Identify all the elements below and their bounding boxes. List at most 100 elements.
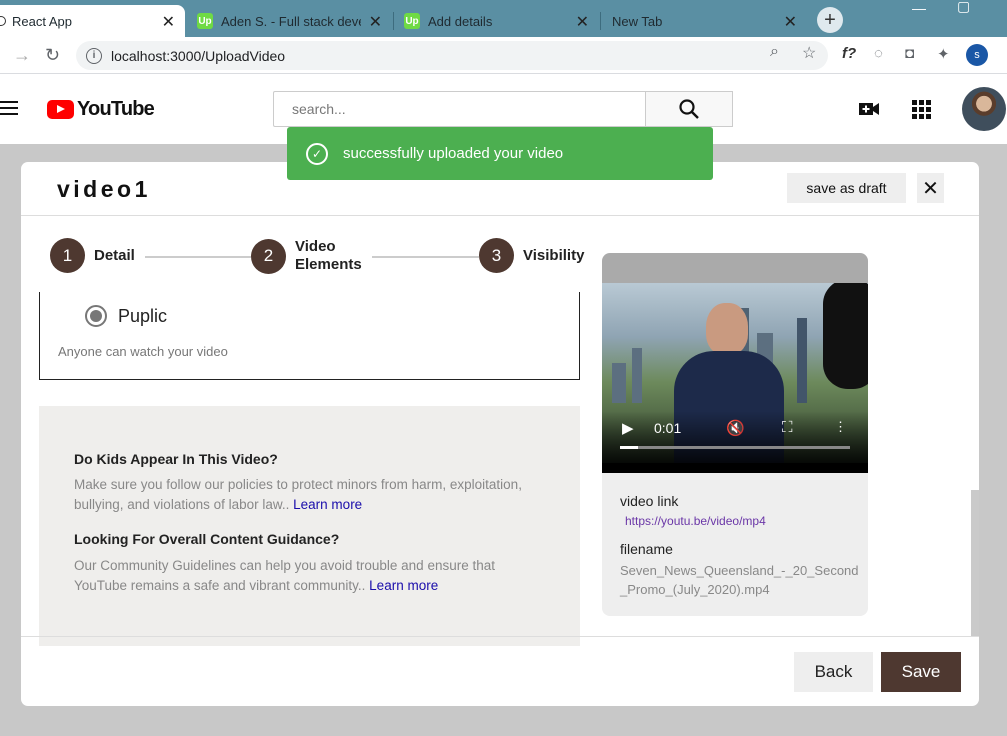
guidance-panel: Do Kids Appear In This Video? Make sure … <box>39 406 580 646</box>
maximize-icon[interactable]: ▢ <box>957 0 970 15</box>
foreground-camera <box>823 283 868 389</box>
browser-tab-new-tab[interactable]: New Tab ✕ <box>601 5 807 37</box>
step-number: 2 <box>251 238 286 274</box>
upwork-icon: Up <box>404 13 420 29</box>
video-time: 0:01 <box>654 420 682 436</box>
close-modal-button[interactable]: ✕ <box>917 173 944 203</box>
apps-grid-icon[interactable] <box>912 100 931 119</box>
search-button[interactable] <box>645 91 733 127</box>
skyline-building <box>632 348 642 403</box>
public-option-label: Puplic <box>118 306 168 326</box>
search-icon <box>679 99 699 119</box>
video-bottom-bar <box>602 463 868 473</box>
video-link[interactable]: https://youtu.be/video/mp4 <box>625 514 766 528</box>
play-icon[interactable]: ▶ <box>622 419 634 437</box>
browser-toolbar: → ↻ i localhost:3000/UploadVideo ⌕ ☆ f? … <box>0 37 1007 74</box>
youtube-logo-text: YouTube <box>77 98 155 120</box>
close-tab-icon[interactable]: ✕ <box>576 12 589 32</box>
step-connector <box>372 256 479 258</box>
video-player[interactable]: ▶ 0:01 🔇 ⛶ ⋮ <box>602 283 868 463</box>
video-link-label: video link <box>620 493 679 509</box>
url-text: localhost:3000/UploadVideo <box>111 47 286 64</box>
step-connector <box>145 256 251 258</box>
back-button[interactable]: Back <box>794 652 873 692</box>
skyline-building <box>612 363 626 403</box>
youtube-logo[interactable]: YouTube <box>47 98 155 121</box>
step-label: Visibility <box>523 246 585 264</box>
success-toast: ✓ successfully uploaded your video <box>287 127 713 180</box>
save-as-draft-button[interactable]: save as draft <box>787 173 906 203</box>
footer-divider <box>21 636 979 637</box>
zoom-icon[interactable]: ⌕ <box>770 43 779 61</box>
public-radio-button[interactable] <box>85 305 107 327</box>
site-info-icon[interactable]: i <box>86 47 102 64</box>
filename-label: filename <box>620 541 673 557</box>
video-preview-card: ▶ 0:01 🔇 ⛶ ⋮ video link https://youtu.be… <box>602 253 868 616</box>
close-tab-icon[interactable]: ✕ <box>162 12 175 32</box>
guidance-heading: Looking For Overall Content Guidance? <box>74 531 340 547</box>
step-number: 1 <box>50 238 85 273</box>
puzzle-extensions-icon[interactable]: ✦ <box>937 45 950 63</box>
more-options-icon[interactable]: ⋮ <box>834 419 847 435</box>
reload-icon[interactable]: ↻ <box>45 45 60 66</box>
user-avatar[interactable] <box>962 87 1006 131</box>
tab-title: Add details <box>428 13 493 29</box>
browser-tab-upwork-profile[interactable]: Up Aden S. - Full stack develop ✕ <box>187 5 392 37</box>
browser-tab-strip: React App ✕ Up Aden S. - Full stack deve… <box>0 0 1007 37</box>
browser-tab-react-app[interactable]: React App ✕ <box>0 5 185 37</box>
video-controls: ▶ 0:01 🔇 ⛶ ⋮ <box>602 411 868 463</box>
step-number: 3 <box>479 238 514 273</box>
mute-icon[interactable]: 🔇 <box>726 419 745 437</box>
filename-value: Seven_News_Queensland_-_20_Second_Promo_… <box>620 563 859 597</box>
tab-title: Aden S. - Full stack develop <box>221 13 361 29</box>
youtube-play-icon <box>47 100 74 119</box>
header-divider <box>21 215 979 216</box>
step-video-elements[interactable]: 2 Video Elements <box>251 238 362 274</box>
modal-title: video1 <box>57 176 151 202</box>
save-button[interactable]: Save <box>881 652 961 692</box>
upload-video-modal: video1 save as draft ✕ 1 Detail 2 Video … <box>21 162 979 706</box>
step-label-line: Elements <box>295 256 362 273</box>
modal-scrollbar[interactable] <box>971 490 979 636</box>
close-tab-icon[interactable]: ✕ <box>784 12 797 32</box>
step-label-line: Video <box>295 238 336 255</box>
bookmark-star-icon[interactable]: ☆ <box>802 43 816 63</box>
step-label: Video Elements <box>295 238 362 274</box>
extension-icon[interactable]: ◌ <box>874 45 883 62</box>
close-icon: ✕ <box>922 177 939 200</box>
upwork-icon: Up <box>197 13 213 29</box>
tab-title: React App <box>12 13 72 29</box>
step-detail[interactable]: 1 Detail <box>50 238 135 273</box>
video-camera-icon[interactable] <box>858 98 880 120</box>
card-header-strip <box>602 253 868 283</box>
guidance-paragraph: Our Community Guidelines can help you av… <box>74 556 534 596</box>
seek-bar-progress <box>620 446 639 449</box>
react-icon <box>0 16 6 26</box>
browser-profile-avatar[interactable]: s <box>966 44 988 66</box>
visibility-option-box: Puplic Anyone can watch your video <box>39 292 580 380</box>
check-circle-icon: ✓ <box>306 142 328 165</box>
toast-message: successfully uploaded your video <box>343 145 564 162</box>
hamburger-menu-icon[interactable] <box>0 101 18 119</box>
kids-heading: Do Kids Appear In This Video? <box>74 451 278 467</box>
kids-paragraph: Make sure you follow our policies to pro… <box>74 475 534 515</box>
address-bar[interactable]: i localhost:3000/UploadVideo <box>76 41 828 70</box>
new-tab-button[interactable]: + <box>817 7 843 33</box>
kids-learn-more-link[interactable]: Learn more <box>293 497 362 512</box>
step-visibility[interactable]: 3 Visibility <box>479 238 584 273</box>
presenter-head <box>706 303 748 355</box>
step-label: Detail <box>94 246 135 264</box>
search-input[interactable]: search... <box>273 91 646 127</box>
browser-tab-add-details[interactable]: Up Add details ✕ <box>394 5 599 37</box>
camera-extension-icon[interactable]: ◘ <box>905 45 914 62</box>
skyline-building <box>797 318 807 403</box>
forward-icon[interactable]: → <box>13 45 31 66</box>
public-option-description: Anyone can watch your video <box>58 344 228 359</box>
close-tab-icon[interactable]: ✕ <box>369 12 382 32</box>
guidance-learn-more-link[interactable]: Learn more <box>369 578 438 593</box>
fullscreen-icon[interactable]: ⛶ <box>782 419 793 436</box>
minimize-icon[interactable]: — <box>912 0 926 16</box>
formula-extension-icon[interactable]: f? <box>842 45 856 62</box>
tab-title: New Tab <box>612 13 663 29</box>
seek-bar[interactable] <box>620 446 850 449</box>
